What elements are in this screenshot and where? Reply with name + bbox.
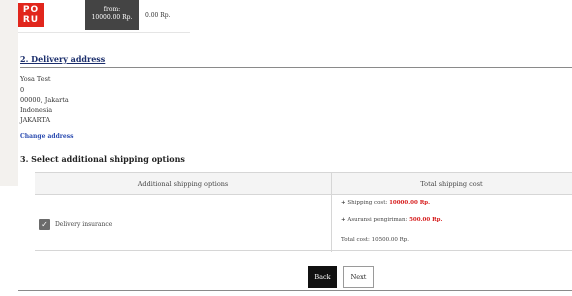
extra-price: 0.00 Rp.	[145, 12, 171, 19]
section-divider	[20, 67, 572, 68]
insurance-checkbox[interactable]: ✓	[39, 219, 50, 230]
shipping-options-title: 3. Select additional shipping options	[20, 154, 185, 164]
shipping-cost-value: 10000.00 Rp.	[389, 200, 431, 206]
shipping-cost-line: + Shipping cost: 10000.00 Rp.	[341, 200, 430, 206]
from-price: 10000.00 Rp.	[91, 14, 133, 21]
insurance-cost-label: Asuransi pengiriman:	[347, 217, 410, 223]
plus-icon: +	[341, 217, 346, 223]
carrier-logo: PO RU	[18, 3, 44, 27]
total-cost: Total cost: 10500.00 Rp.	[341, 237, 409, 243]
next-button[interactable]: Next	[343, 266, 374, 288]
cost-column-header: Total shipping cost	[420, 180, 483, 188]
address-country: Indonesia	[20, 106, 53, 114]
from-label: from:	[103, 6, 121, 13]
address-name: Yosa Test	[20, 75, 51, 83]
left-background-band	[0, 0, 18, 186]
shipping-options-table: Additional shipping options Total shippi…	[35, 172, 572, 252]
insurance-cost-line: + Asuransi pengiriman: 500.00 Rp.	[341, 217, 442, 223]
insurance-option-label[interactable]: Delivery insurance	[55, 221, 112, 228]
address-region: JAKARTA	[20, 116, 51, 124]
address-city: 00000, Jakarta	[20, 96, 69, 104]
carrier-price-box: from: 10000.00 Rp.	[85, 0, 139, 30]
delivery-address-title: 2. Delivery address	[20, 54, 106, 64]
table-header-row: Additional shipping options Total shippi…	[35, 173, 572, 195]
options-column-header: Additional shipping options	[137, 180, 229, 188]
panel-border	[18, 290, 572, 291]
logo-text-bottom: RU	[22, 15, 40, 25]
plus-icon: +	[341, 200, 346, 206]
shipping-cost-label: Shipping cost:	[347, 200, 390, 206]
back-button[interactable]: Back	[308, 266, 337, 288]
column-divider	[331, 173, 332, 252]
address-line1: 0	[20, 86, 25, 94]
change-address-link[interactable]: Change address	[20, 133, 74, 140]
logo-text-top: PO	[22, 5, 40, 15]
checkmark-icon: ✓	[41, 220, 48, 229]
insurance-cost-value: 500.00 Rp.	[409, 217, 443, 223]
